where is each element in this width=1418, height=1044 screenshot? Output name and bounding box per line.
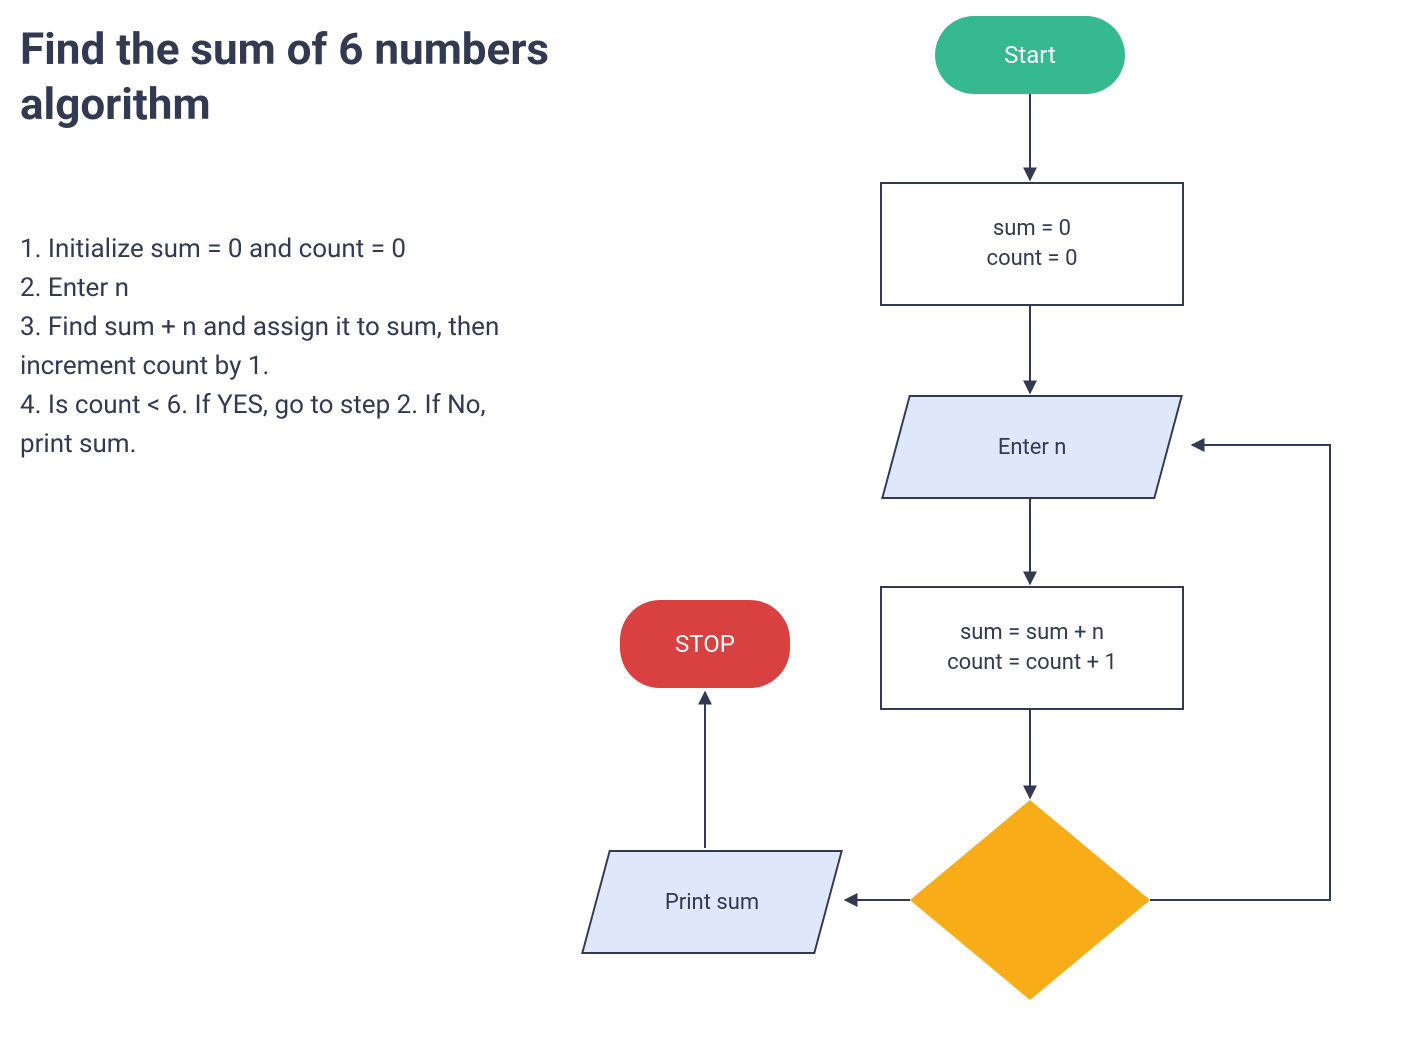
title-line-1: Find the sum of 6 numbers bbox=[20, 23, 549, 75]
start-label: Start bbox=[1004, 41, 1056, 69]
init-line-1: sum = 0 bbox=[993, 214, 1071, 244]
stop-node: STOP bbox=[620, 600, 790, 688]
step-4: 4. Is count < 6. If YES, go to step 2. I… bbox=[20, 386, 540, 464]
start-node: Start bbox=[935, 16, 1125, 94]
print-node: Print sum bbox=[581, 850, 843, 954]
decision-node bbox=[910, 800, 1150, 1000]
title-line-2: algorithm bbox=[20, 78, 211, 130]
stop-label: STOP bbox=[675, 630, 735, 658]
step-3: 3. Find sum + n and assign it to sum, th… bbox=[20, 308, 540, 386]
decision-label: is count < 6 bbox=[960, 888, 1100, 913]
diagram-title: Find the sum of 6 numbers algorithm bbox=[20, 22, 549, 132]
algorithm-steps: 1. Initialize sum = 0 and count = 0 2. E… bbox=[20, 230, 540, 464]
update-line-1: sum = sum + n bbox=[960, 618, 1104, 648]
init-node: sum = 0 count = 0 bbox=[880, 182, 1184, 306]
update-line-2: count = count + 1 bbox=[947, 648, 1117, 678]
step-2: 2. Enter n bbox=[20, 269, 540, 308]
step-1: 1. Initialize sum = 0 and count = 0 bbox=[20, 230, 540, 269]
print-label: Print sum bbox=[665, 890, 759, 915]
enter-label: Enter n bbox=[998, 435, 1067, 460]
update-node: sum = sum + n count = count + 1 bbox=[880, 586, 1184, 710]
init-line-2: count = 0 bbox=[987, 244, 1078, 274]
enter-node: Enter n bbox=[881, 395, 1183, 499]
